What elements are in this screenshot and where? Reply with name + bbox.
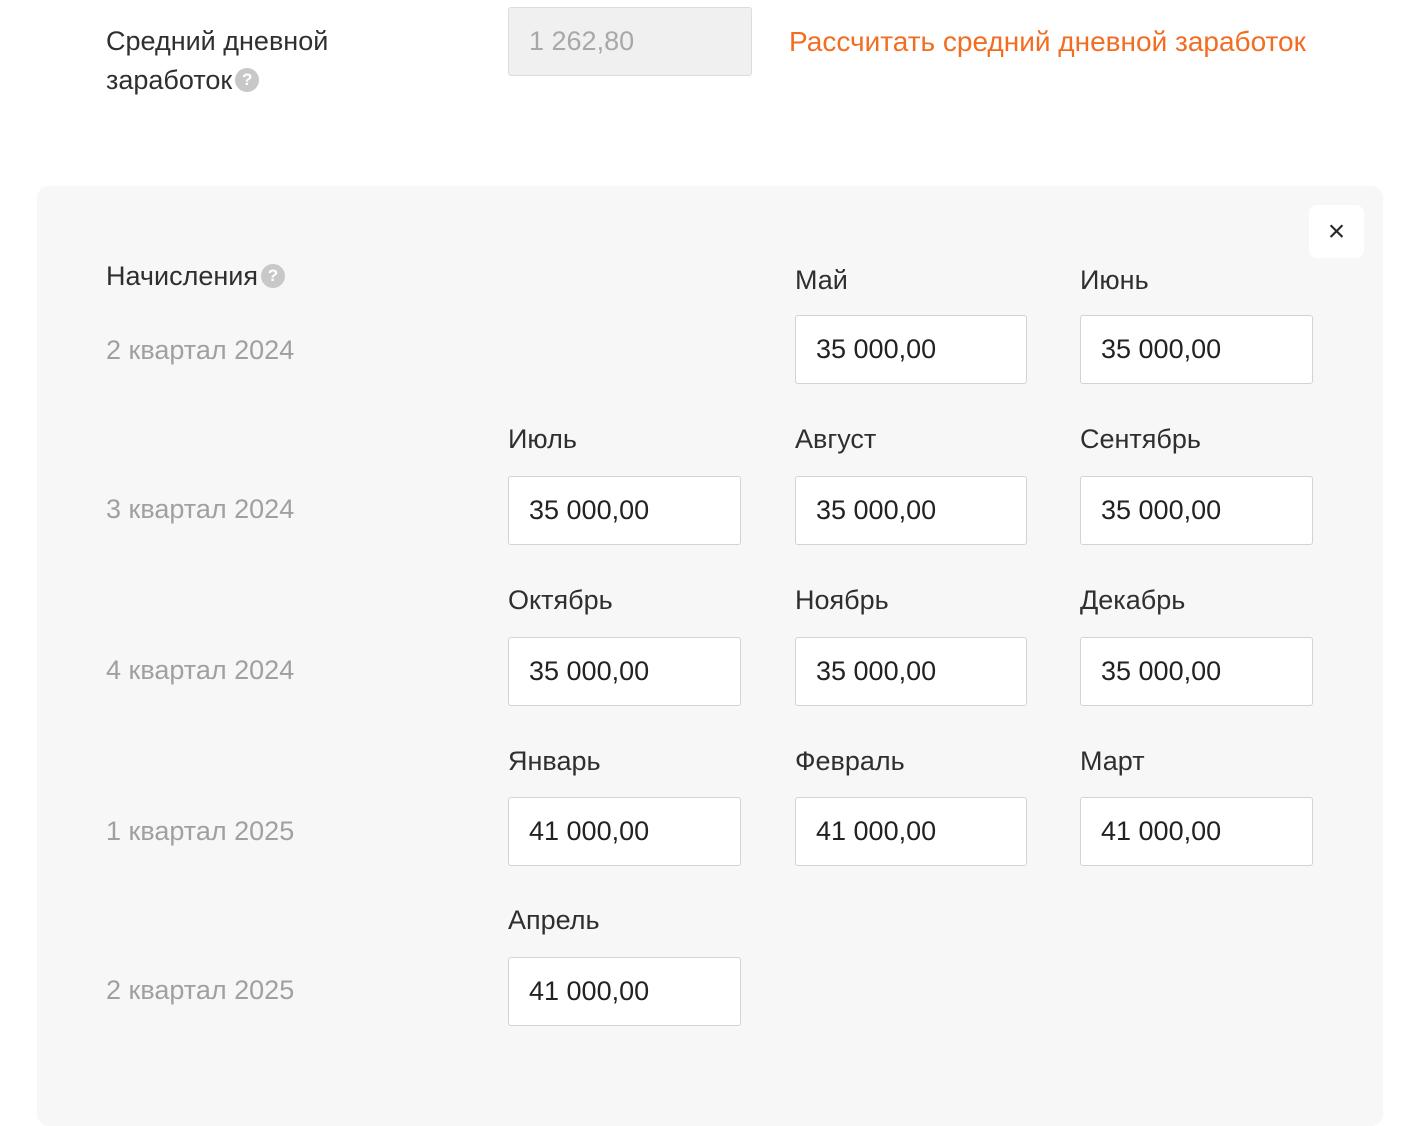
accrual-input[interactable]: 41 000,00 <box>1080 797 1313 866</box>
accrual-input[interactable]: 35 000,00 <box>1080 315 1313 384</box>
accrual-input[interactable]: 35 000,00 <box>795 315 1027 384</box>
accrual-input[interactable]: 35 000,00 <box>795 637 1027 706</box>
accrual-input[interactable]: 35 000,00 <box>508 637 741 706</box>
quarter-label: 4 квартал 2024 <box>106 655 295 685</box>
help-icon[interactable]: ? <box>235 67 260 92</box>
avg-daily-label-line2: заработок <box>106 65 233 95</box>
quarter-label: 2 квартал 2025 <box>106 975 295 1005</box>
quarter-label: 3 квартал 2024 <box>106 494 295 524</box>
accrual-input[interactable]: 35 000,00 <box>508 476 741 545</box>
accruals-title: Начисления? <box>106 257 285 295</box>
month-label: Июль <box>508 424 577 454</box>
close-icon: × <box>1327 214 1346 248</box>
month-label: Июнь <box>1080 265 1149 295</box>
month-label: Апрель <box>508 905 600 935</box>
accrual-input[interactable]: 41 000,00 <box>508 957 741 1026</box>
accrual-input[interactable]: 35 000,00 <box>1080 637 1313 706</box>
avg-daily-input[interactable]: 1 262,80 <box>508 7 752 76</box>
help-icon[interactable]: ? <box>260 263 285 288</box>
month-label: Май <box>795 265 848 295</box>
accrual-input[interactable]: 35 000,00 <box>1080 476 1313 545</box>
avg-daily-label: Средний дневной заработок? <box>106 22 328 100</box>
accrual-input[interactable]: 41 000,00 <box>795 797 1027 866</box>
accruals-title-text: Начисления <box>106 261 258 291</box>
month-label: Декабрь <box>1080 585 1186 615</box>
accrual-input[interactable]: 35 000,00 <box>795 476 1027 545</box>
month-label: Октябрь <box>508 585 613 615</box>
month-label: Ноябрь <box>795 585 889 615</box>
avg-daily-label-line1: Средний дневной <box>106 26 329 56</box>
month-label: Март <box>1080 746 1145 776</box>
month-label: Февраль <box>795 746 905 776</box>
quarter-label: 2 квартал 2024 <box>106 335 295 365</box>
quarter-label: 1 квартал 2025 <box>106 816 295 846</box>
accrual-input[interactable]: 41 000,00 <box>508 797 741 866</box>
month-label: Январь <box>508 746 601 776</box>
month-label: Август <box>795 424 877 454</box>
close-button[interactable]: × <box>1309 205 1364 258</box>
calculate-avg-daily-link[interactable]: Рассчитать средний дневной заработок <box>789 22 1306 62</box>
month-label: Сентябрь <box>1080 424 1201 454</box>
